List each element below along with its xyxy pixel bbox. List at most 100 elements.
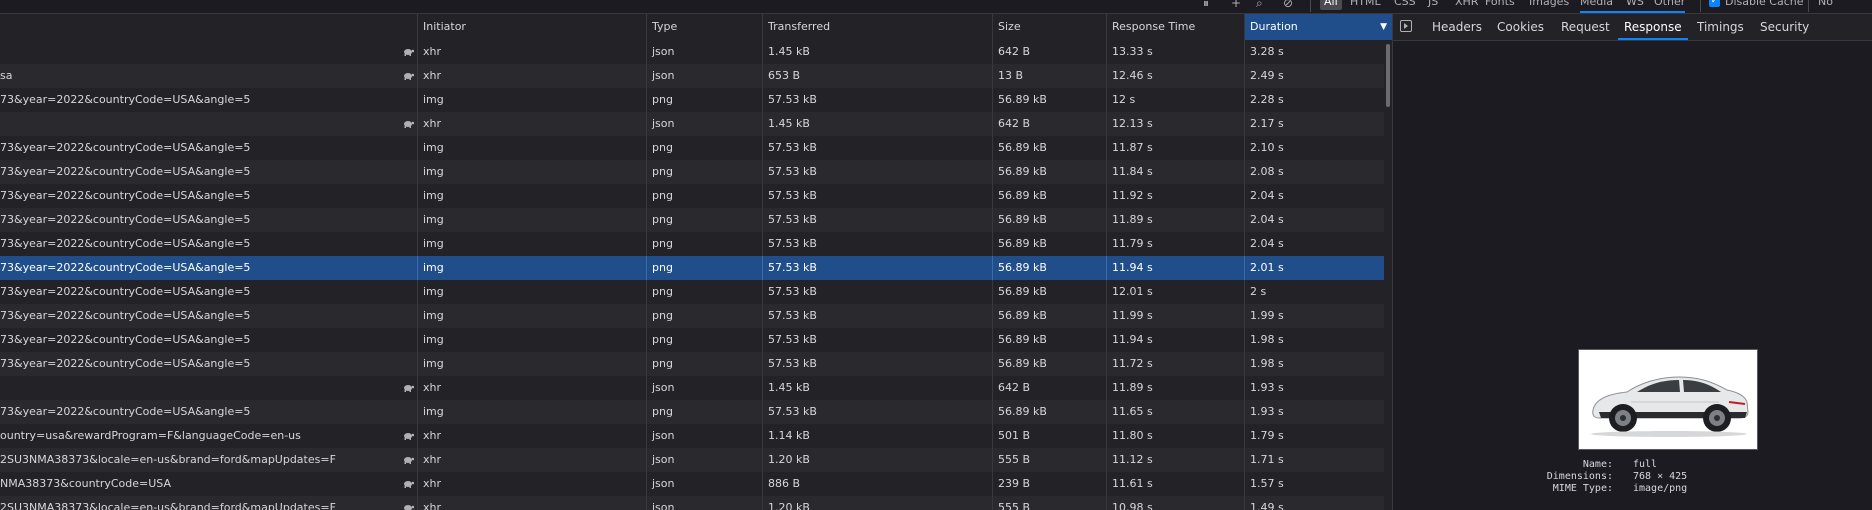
tab-response[interactable]: Response (1618, 14, 1688, 40)
pause-icon[interactable]: ⏸ (1203, 0, 1209, 11)
cell-type: json (646, 496, 762, 510)
cell-duration: 1.79 s (1244, 424, 1384, 448)
filter-css[interactable]: CSS (1394, 0, 1416, 10)
table-row[interactable]: ountry=usa&rewardProgram=F&languageCode=… (0, 424, 1392, 448)
tab-security[interactable]: Security (1760, 14, 1809, 40)
cell-response-time: 11.87 s (1106, 136, 1244, 160)
column-header-type[interactable]: Type (646, 14, 762, 40)
filter-all[interactable]: All (1320, 0, 1342, 10)
table-row[interactable]: 73&year=2022&countryCode=USA&angle=5 img p… (0, 208, 1392, 232)
image-meta-row: Dimensions: 768 × 425 (1547, 471, 1723, 483)
cell-duration: 2.04 s (1244, 184, 1384, 208)
cell-initiator: xhr (417, 112, 646, 136)
filter-other[interactable]: Other (1654, 0, 1685, 10)
cell-transferred: 57.53 kB (762, 280, 992, 304)
table-row[interactable]: 73&year=2022&countryCode=USA&angle=5 img p… (0, 352, 1392, 376)
cell-duration: 1.99 s (1244, 304, 1384, 328)
disable-cache-label[interactable]: Disable Cache (1725, 0, 1804, 10)
tab-timings[interactable]: Timings (1697, 14, 1744, 40)
cell-url: 73&year=2022&countryCode=USA&angle=5 (0, 285, 251, 298)
cell-size: 56.89 kB (992, 304, 1106, 328)
cell-type: png (646, 160, 762, 184)
tab-request[interactable]: Request (1561, 14, 1610, 40)
cell-size: 239 B (992, 472, 1106, 496)
cell-initiator: img (417, 136, 646, 160)
filter-media[interactable]: Media (1580, 0, 1613, 10)
tab-headers[interactable]: Headers (1432, 14, 1482, 40)
cell-duration: 2.17 s (1244, 112, 1384, 136)
cell-url: 73&year=2022&countryCode=USA&angle=5 (0, 213, 251, 226)
table-row[interactable]: sa xhr json 653 B 13 B 12.46 s 2.49 s (0, 64, 1392, 88)
block-icon[interactable]: ⊘ (1283, 0, 1293, 10)
search-icon[interactable]: ⌕ (1256, 0, 1263, 11)
cell-size: 555 B (992, 448, 1106, 472)
filter-fonts[interactable]: Fonts (1485, 0, 1515, 10)
filter-html[interactable]: HTML (1350, 0, 1381, 10)
table-row[interactable]: xhr json 1.45 kB 642 B 12.13 s 2.17 s (0, 112, 1392, 136)
tab-cookies[interactable]: Cookies (1497, 14, 1544, 40)
table-row[interactable]: 73&year=2022&countryCode=USA&angle=5 img p… (0, 256, 1392, 280)
table-row[interactable]: xhr json 1.45 kB 642 B 13.33 s 3.28 s (0, 40, 1392, 64)
table-row[interactable]: 73&year=2022&countryCode=USA&angle=5 img p… (0, 400, 1392, 424)
column-header-transferred[interactable]: Transferred (762, 14, 992, 40)
image-meta-label: Name: (1582, 459, 1613, 470)
car-image (1591, 376, 1749, 437)
cell-response-time: 11.89 s (1106, 376, 1244, 400)
cell-duration: 1.71 s (1244, 448, 1384, 472)
add-icon[interactable]: + (1231, 0, 1241, 10)
cell-size: 56.89 kB (992, 184, 1106, 208)
scrollbar-track[interactable] (1384, 40, 1392, 510)
sort-descending-icon: ▼ (1380, 22, 1387, 32)
table-row[interactable]: 2SU3NMA38373&locale=en-us&brand=ford&map… (0, 448, 1392, 472)
filter-images[interactable]: Images (1529, 0, 1569, 10)
table-row[interactable]: 2SU3NMA38373&locale=en-us&brand=ford&map… (0, 496, 1392, 510)
throttling-select[interactable]: No Throttling (1818, 0, 1872, 13)
cell-duration: 2 s (1244, 280, 1384, 304)
cell-size: 13 B (992, 64, 1106, 88)
cell-initiator: img (417, 328, 646, 352)
cell-transferred: 1.45 kB (762, 112, 992, 136)
filter-ws[interactable]: WS (1626, 0, 1644, 10)
table-row[interactable]: 73&year=2022&countryCode=USA&angle=5 img p… (0, 88, 1392, 112)
cell-initiator: img (417, 88, 646, 112)
cell-type: png (646, 88, 762, 112)
details-tabs: Headers Cookies Request Response Timings… (1393, 14, 1872, 41)
table-row[interactable]: NMA38373&countryCode=USA xhr json 886 B 239 … (0, 472, 1392, 496)
table-row[interactable]: xhr json 1.45 kB 642 B 11.89 s 1.93 s (0, 376, 1392, 400)
column-header-size[interactable]: Size (992, 14, 1106, 40)
table-row[interactable]: 73&year=2022&countryCode=USA&angle=5 img p… (0, 160, 1392, 184)
cell-transferred: 1.20 kB (762, 496, 992, 510)
cell-type: json (646, 40, 762, 64)
cell-duration: 1.57 s (1244, 472, 1384, 496)
column-header-response-time[interactable]: Response Time (1106, 14, 1244, 40)
filter-js[interactable]: JS (1428, 0, 1438, 10)
cell-initiator: img (417, 400, 646, 424)
cell-size: 56.89 kB (992, 352, 1106, 376)
table-row[interactable]: 73&year=2022&countryCode=USA&angle=5 img p… (0, 184, 1392, 208)
cell-type: json (646, 424, 762, 448)
filter-xhr[interactable]: XHR (1455, 0, 1478, 10)
cell-size: 56.89 kB (992, 280, 1106, 304)
cell-size: 56.89 kB (992, 256, 1106, 280)
scrollbar-thumb[interactable] (1386, 44, 1390, 107)
filter-active-underline (1580, 11, 1685, 13)
cell-response-time: 12.46 s (1106, 64, 1244, 88)
table-row[interactable]: 73&year=2022&countryCode=USA&angle=5 img p… (0, 136, 1392, 160)
table-row[interactable]: 73&year=2022&countryCode=USA&angle=5 img p… (0, 232, 1392, 256)
table-row[interactable]: 73&year=2022&countryCode=USA&angle=5 img p… (0, 280, 1392, 304)
table-row[interactable]: 73&year=2022&countryCode=USA&angle=5 img p… (0, 328, 1392, 352)
cell-transferred: 57.53 kB (762, 160, 992, 184)
cell-size: 642 B (992, 112, 1106, 136)
cell-type: json (646, 448, 762, 472)
cell-size: 56.89 kB (992, 160, 1106, 184)
cell-duration: 2.49 s (1244, 64, 1384, 88)
cell-response-time: 11.94 s (1106, 328, 1244, 352)
toggle-sidebar-icon[interactable] (1400, 20, 1412, 32)
column-header-initiator[interactable]: Initiator (417, 14, 646, 40)
request-table: Initiator Type Transferred Size Response… (0, 14, 1392, 510)
table-row[interactable]: 73&year=2022&countryCode=USA&angle=5 img p… (0, 304, 1392, 328)
throttled-turtle-icon (404, 457, 414, 464)
column-header-duration[interactable]: Duration ▼ (1244, 14, 1392, 40)
cell-size: 642 B (992, 376, 1106, 400)
disable-cache-checkbox[interactable]: ✓ (1709, 0, 1720, 7)
